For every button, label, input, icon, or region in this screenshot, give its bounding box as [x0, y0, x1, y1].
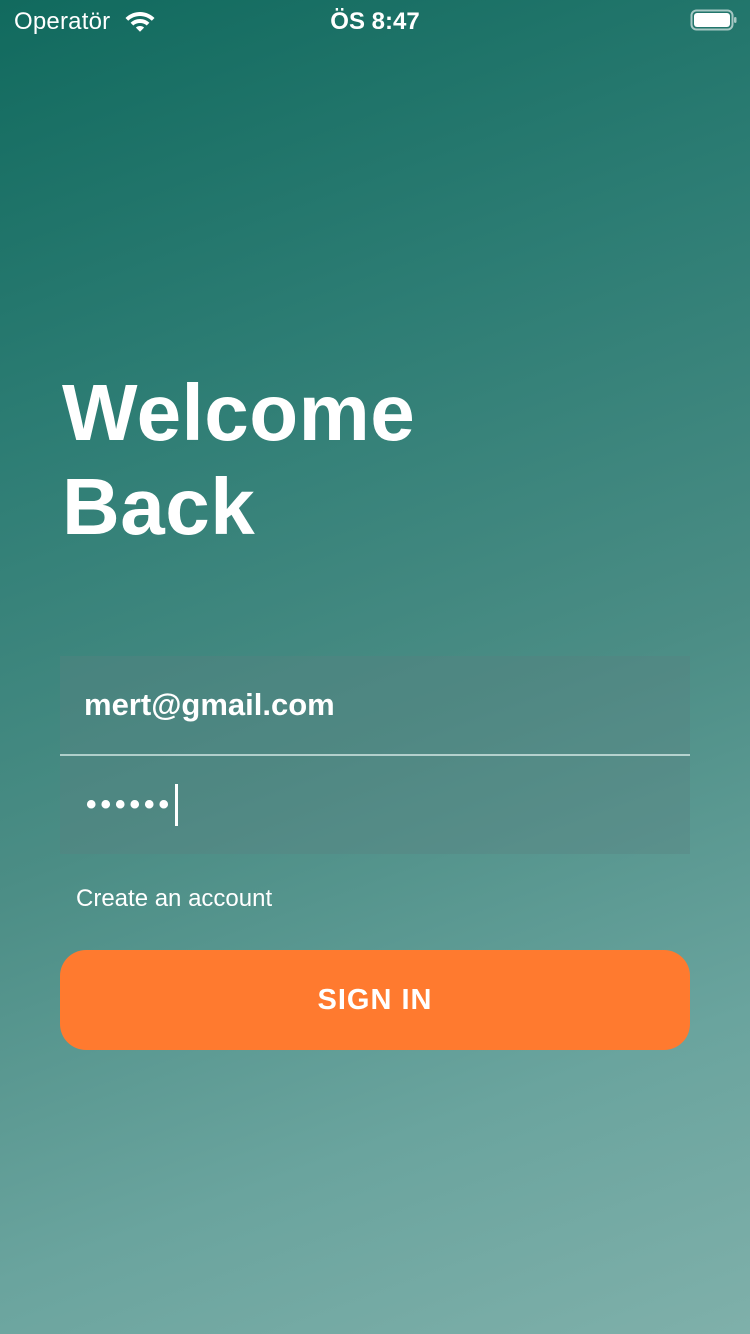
title-line-1: Welcome — [62, 368, 416, 457]
password-field-container[interactable]: •••••• — [60, 756, 690, 854]
battery-full-icon — [690, 9, 737, 31]
sign-in-button[interactable]: SIGN IN — [60, 950, 690, 1050]
create-account-link[interactable]: Create an account — [76, 885, 272, 913]
status-time: ÖS 8:47 — [330, 8, 420, 35]
page-title: Welcome Back — [62, 366, 415, 554]
email-field-container[interactable] — [60, 656, 690, 754]
email-field[interactable] — [84, 656, 664, 754]
status-bar: Operatör ÖS 8:47 — [0, 0, 750, 40]
login-form: •••••• — [60, 656, 690, 854]
password-masked-value: •••••• — [86, 788, 174, 821]
title-line-2: Back — [62, 462, 256, 551]
password-field[interactable]: •••••• — [86, 756, 179, 854]
text-caret — [175, 784, 179, 826]
